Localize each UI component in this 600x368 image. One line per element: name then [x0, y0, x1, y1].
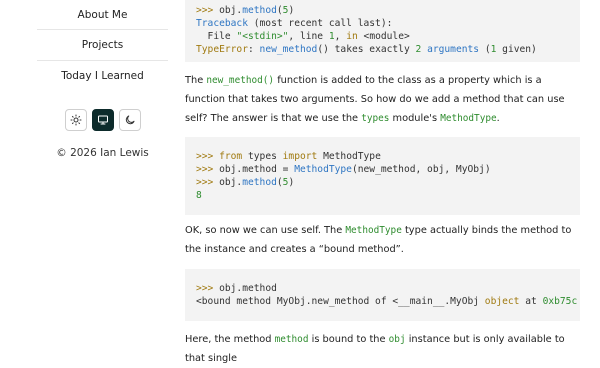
text: The: [185, 75, 207, 86]
code-block-methodtype: >>> from types import MethodType >>> obj…: [185, 137, 580, 215]
code-text: obj.: [219, 5, 243, 16]
code-text: at: [519, 296, 543, 307]
code-text: obj.method: [219, 283, 277, 294]
paragraph: Here, the method method is bound to the …: [185, 330, 580, 368]
code-text: (new_method, obj, MyObj): [351, 164, 491, 175]
article: >>> obj.method(5) Traceback (most recent…: [185, 0, 580, 368]
code-text: 0xb75c: [542, 296, 578, 307]
copyright: © 2026 Ian Lewis: [56, 147, 149, 159]
system-theme-button[interactable]: [91, 109, 114, 131]
light-theme-button[interactable]: [64, 109, 87, 131]
code-prompt: >>>: [196, 164, 220, 175]
code-text: , line: [288, 31, 329, 42]
code-text: types: [242, 151, 283, 162]
text: .: [496, 113, 500, 124]
code-text: given): [496, 44, 537, 55]
monitor-icon: [97, 115, 108, 125]
code-text: MethodType: [294, 164, 352, 175]
code-text: 8: [196, 190, 202, 201]
sun-icon: [70, 114, 81, 126]
code-text: object: [484, 296, 520, 307]
dark-theme-button[interactable]: [118, 109, 141, 131]
code-text: "<stdin>": [236, 31, 289, 42]
inline-code: MethodType: [345, 225, 402, 236]
code-prompt: >>>: [196, 151, 220, 162]
paragraph: OK, so now we can use self. The MethodTy…: [185, 221, 580, 259]
code-text: (: [479, 44, 491, 55]
inline-code: new_method(): [206, 75, 275, 86]
code-text: method: [242, 177, 277, 188]
sidebar: About Me Projects Today I Learned © 2026…: [37, 0, 168, 159]
code-text: method: [242, 5, 277, 16]
code-prompt: >>>: [196, 177, 220, 188]
code-text: Traceback: [196, 18, 248, 29]
code-text: MethodType: [317, 151, 381, 162]
code-text: import: [282, 151, 318, 162]
code-text: from: [219, 151, 243, 162]
nav-projects[interactable]: Projects: [37, 30, 168, 61]
inline-code: obj: [388, 334, 406, 345]
code-text: obj.: [219, 177, 243, 188]
code-text: :: [247, 44, 260, 55]
code-text: ): [288, 177, 295, 188]
theme-switcher: [37, 109, 168, 131]
nav-today-i-learned[interactable]: Today I Learned: [37, 61, 168, 91]
code-text: in: [346, 31, 358, 42]
paragraph: The new_method() function is added to th…: [185, 71, 580, 128]
code-text: (most recent call last):: [247, 18, 393, 29]
text: module's: [389, 113, 441, 124]
code-prompt: >>>: [196, 283, 220, 294]
moon-icon: [125, 115, 134, 125]
code-text: new_method: [259, 44, 318, 55]
code-text: obj.method =: [219, 164, 295, 175]
code-text: ,: [334, 31, 347, 42]
inline-code: types: [361, 113, 390, 124]
code-text: File: [196, 31, 237, 42]
code-text: () takes exactly: [317, 44, 416, 55]
nav-about-me[interactable]: About Me: [37, 0, 168, 30]
code-block-traceback: >>> obj.method(5) Traceback (most recent…: [185, 0, 580, 62]
code-text: arguments: [427, 44, 480, 55]
inline-code: method: [274, 334, 309, 345]
text: OK, so now we can use self. The: [185, 225, 346, 236]
text: Here, the method: [185, 334, 275, 345]
code-text: <module>: [357, 31, 410, 42]
code-text: TypeError: [196, 44, 248, 55]
inline-code: MethodType: [440, 113, 497, 124]
text: is bound to the: [308, 334, 389, 345]
code-prompt: >>>: [196, 5, 220, 16]
code-block-bound-method: >>> obj.method <bound method MyObj.new_m…: [185, 269, 580, 321]
code-text: ): [288, 5, 295, 16]
code-text: <bound method MyObj.new_method of <__mai…: [196, 296, 485, 307]
